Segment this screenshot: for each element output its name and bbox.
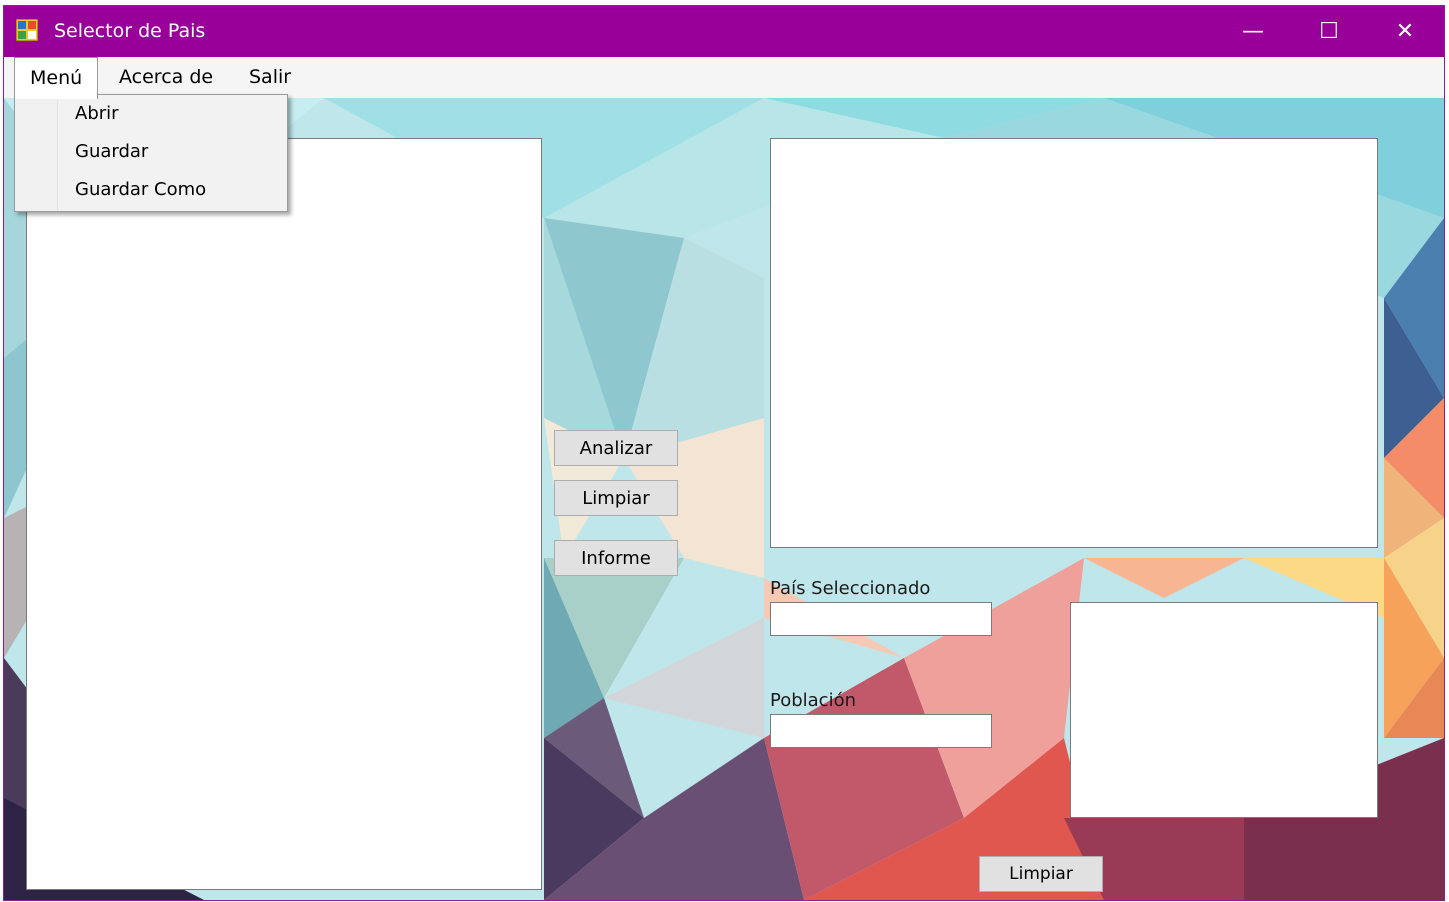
menu-item-guardar[interactable]: Guardar [75,137,148,167]
minimize-button[interactable]: — [1215,6,1291,57]
analizar-button[interactable]: Analizar [554,430,678,466]
pais-seleccionado-label: País Seleccionado [770,578,931,599]
poblacion-label: Población [770,690,857,711]
menu-item-acerca-de[interactable]: Acerca de [104,57,228,98]
results-box[interactable] [770,138,1378,548]
menu-item-salir[interactable]: Salir [234,57,306,98]
maximize-button[interactable]: ☐ [1291,6,1367,57]
flag-picture-box [1070,602,1378,818]
menu-item-abrir[interactable]: Abrir [75,99,119,129]
menu-item-guardar-como[interactable]: Guardar Como [75,175,206,205]
close-button[interactable]: ✕ [1367,6,1443,57]
app-window: Selector de Pais — ☐ ✕ Menú Acerca de Sa… [4,6,1444,900]
window-title: Selector de Pais [54,20,206,42]
client-area: Analizar Limpiar Informe País Selecciona… [4,98,1444,900]
limpiar-button-bottom[interactable]: Limpiar [979,856,1103,892]
pais-seleccionado-field[interactable] [770,602,992,636]
country-list-box[interactable] [26,138,542,890]
menu-dropdown: Abrir Guardar Guardar Como [14,94,288,212]
limpiar-button-top[interactable]: Limpiar [554,480,678,516]
menu-item-menu[interactable]: Menú [14,57,99,99]
app-icon [16,19,38,41]
dropdown-icon-gutter [15,95,58,211]
title-bar[interactable]: Selector de Pais — ☐ ✕ [4,6,1444,57]
informe-button[interactable]: Informe [554,540,678,576]
poblacion-field[interactable] [770,714,992,748]
menu-bar: Menú Acerca de Salir [4,57,1444,99]
